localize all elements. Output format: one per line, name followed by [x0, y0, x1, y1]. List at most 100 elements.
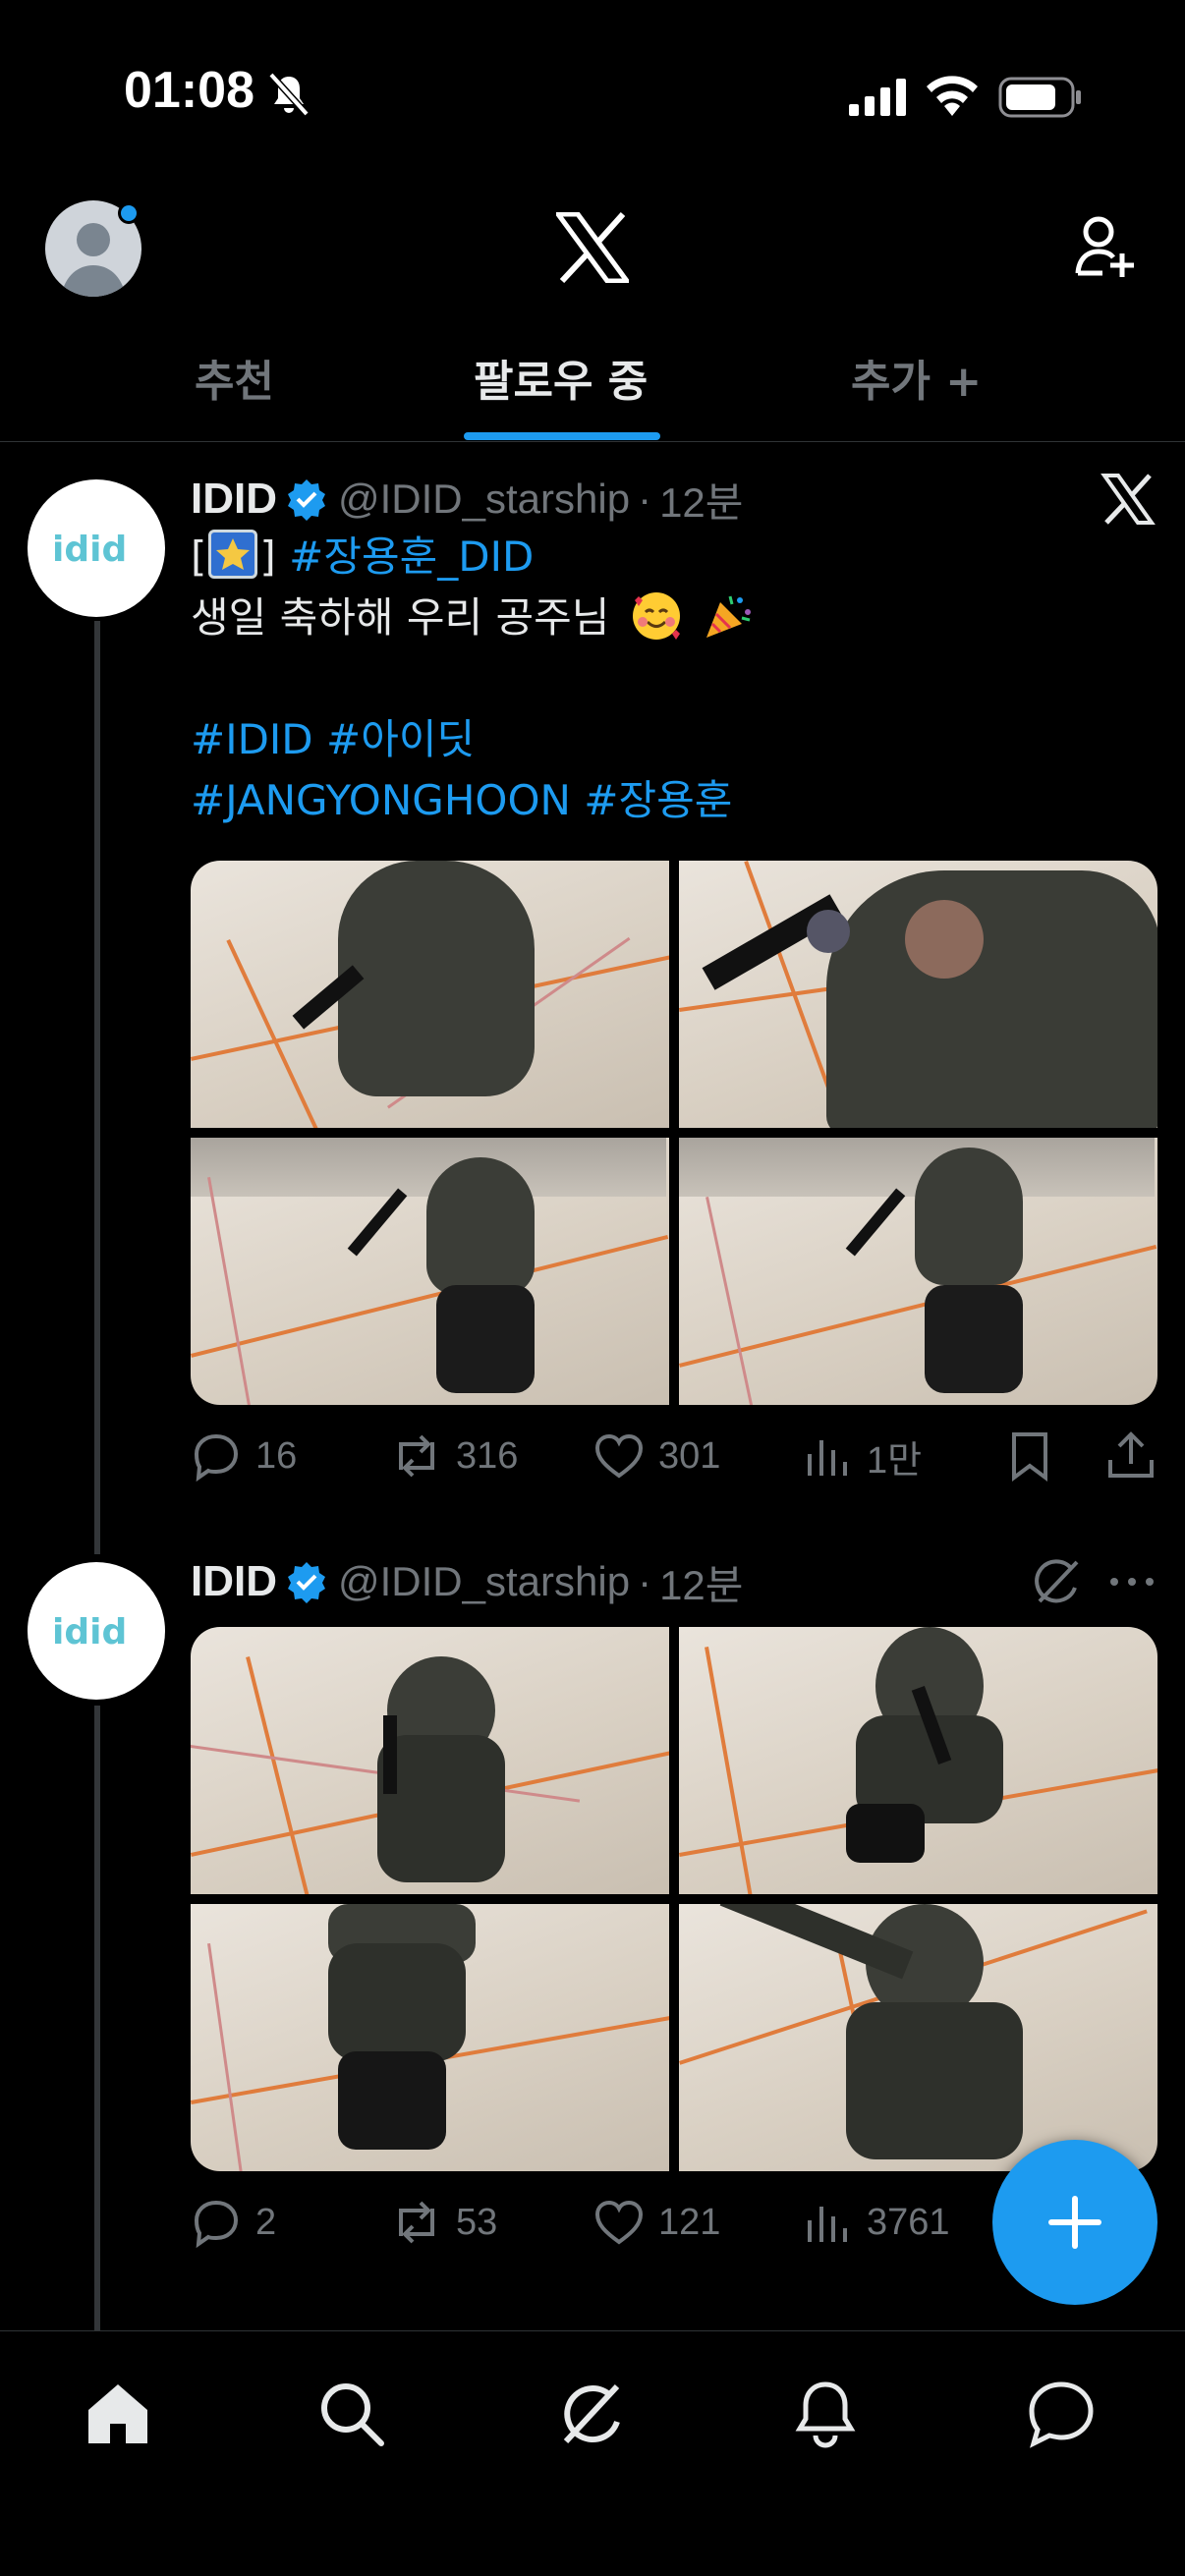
tweet-header: IDID @IDID_starship · 12분 — [191, 1552, 743, 1611]
battery-icon — [998, 77, 1081, 118]
wifi-icon — [927, 76, 978, 116]
like-button[interactable]: 121 — [593, 2193, 720, 2252]
chat-bubble-icon — [1029, 2381, 1094, 2448]
tweet-line: #IDID #아이딧 — [191, 709, 1154, 770]
x-grok-icon[interactable] — [1100, 472, 1156, 527]
grok-icon[interactable] — [1028, 1554, 1083, 1609]
hashtag-link[interactable]: #JANGYONGHOON #장용훈 — [191, 776, 732, 824]
nav-search[interactable] — [314, 2377, 389, 2451]
verified-badge-icon — [288, 1562, 325, 1603]
author-handle[interactable]: @IDID_starship — [338, 1558, 630, 1605]
view-count: 1만 — [867, 1439, 923, 1482]
author-avatar[interactable]: idid — [28, 1562, 165, 1700]
tweet-actions: 16 316 301 1만 — [191, 1427, 1157, 1485]
thread-line — [94, 621, 100, 1554]
author-name[interactable]: IDID — [191, 475, 277, 524]
author-handle[interactable]: @IDID_starship — [338, 476, 630, 523]
bottom-navigation — [0, 2330, 1185, 2576]
star-emoji-icon — [208, 530, 258, 579]
tweet-photo[interactable] — [191, 861, 669, 1128]
idid-logo-icon: idid — [52, 530, 127, 570]
tweet-photo[interactable] — [679, 1138, 1157, 1405]
hashtag-link[interactable]: #IDID #아이딧 — [191, 715, 475, 763]
nav-home[interactable] — [81, 2377, 155, 2451]
tab-add[interactable]: 추가 + — [851, 346, 982, 409]
timeline-tabs: 추천 팔로우 중 추가 + — [0, 324, 1185, 442]
nav-notifications[interactable] — [788, 2377, 863, 2451]
like-count: 121 — [658, 2201, 721, 2243]
status-time: 01:08 — [124, 62, 254, 119]
plus-icon — [1048, 2196, 1101, 2249]
share-icon[interactable] — [1104, 1428, 1157, 1482]
separator-dot: · — [638, 476, 652, 522]
tweet-media-grid — [191, 861, 1157, 1405]
reply-count: 16 — [255, 1434, 298, 1477]
compose-post-button[interactable] — [992, 2140, 1157, 2305]
tweet-line: #JANGYONGHOON #장용훈 — [191, 770, 1154, 831]
bell-off-icon — [268, 72, 310, 117]
tweet-time: 12분 — [659, 478, 744, 526]
tweet-time: 12분 — [659, 1561, 744, 1608]
tweet-header: IDID @IDID_starship · 12분 — [191, 470, 743, 529]
smiling-face-hearts-emoji-icon — [632, 592, 680, 640]
views-button[interactable]: 1만 — [802, 1427, 922, 1485]
like-button[interactable]: 301 — [593, 1427, 720, 1485]
follow-suggestions-icon[interactable] — [1075, 214, 1136, 279]
repost-icon — [399, 2201, 434, 2244]
tweet-line — [191, 648, 1154, 709]
hashtag-link[interactable]: #장용훈_DID — [289, 532, 534, 581]
bracket-close: ] — [259, 532, 290, 581]
search-icon — [321, 2383, 384, 2446]
reply-count: 2 — [255, 2201, 277, 2243]
bookmark-icon[interactable] — [1004, 1430, 1055, 1482]
heart-icon — [594, 1433, 644, 1479]
repost-button[interactable]: 316 — [391, 1427, 518, 1485]
views-chart-icon — [808, 1440, 847, 1476]
separator-dot: · — [638, 1558, 652, 1604]
tweet-photo[interactable] — [191, 1627, 669, 1894]
views-chart-icon — [808, 2207, 847, 2242]
view-count: 3761 — [867, 2201, 950, 2243]
svg-text:idid: idid — [52, 1612, 127, 1652]
nav-grok[interactable] — [552, 2377, 627, 2451]
more-options-icon[interactable] — [1104, 1554, 1159, 1609]
tweet-photo[interactable] — [191, 1138, 669, 1405]
repost-count: 53 — [456, 2201, 498, 2243]
grok-icon — [563, 2383, 620, 2444]
like-count: 301 — [658, 1434, 721, 1477]
repost-button[interactable]: 53 — [391, 2193, 497, 2252]
party-popper-emoji-icon — [706, 595, 752, 638]
tab-following[interactable]: 팔로우 중 — [474, 346, 648, 409]
thread-line — [94, 1706, 100, 2334]
tweet-line-text: 생일 축하해 우리 공주님 — [191, 593, 610, 642]
tweet-photo[interactable] — [679, 1627, 1157, 1894]
reply-button[interactable]: 16 — [191, 1427, 297, 1485]
tweet-line: 생일 축하해 우리 공주님 — [191, 588, 1154, 648]
bell-icon — [795, 2381, 856, 2448]
active-tab-indicator — [464, 432, 660, 440]
author-avatar[interactable]: idid — [28, 479, 165, 617]
tab-recommended[interactable]: 추천 — [195, 346, 274, 409]
signal-icon — [849, 79, 906, 116]
author-name[interactable]: IDID — [191, 1557, 277, 1606]
tweet-photo[interactable] — [191, 1904, 669, 2171]
home-icon — [88, 2384, 147, 2443]
nav-messages[interactable] — [1024, 2377, 1099, 2451]
bracket-open: [ — [191, 532, 207, 581]
repost-count: 316 — [456, 1434, 519, 1477]
repost-icon — [399, 1434, 434, 1478]
tweet-line: [] #장용훈_DID — [191, 527, 1154, 588]
reply-icon — [194, 1433, 239, 1482]
status-bar: 01:08 — [0, 0, 1185, 187]
reply-icon — [194, 2200, 239, 2248]
reply-button[interactable]: 2 — [191, 2193, 276, 2252]
idid-logo-icon: idid — [52, 1612, 127, 1652]
x-logo-icon — [556, 212, 629, 283]
tweet-photo[interactable] — [679, 1904, 1157, 2171]
views-button[interactable]: 3761 — [802, 2193, 950, 2252]
tweet-media-grid — [191, 1627, 1157, 2171]
heart-icon — [594, 2200, 644, 2245]
tweet-photo[interactable] — [679, 861, 1157, 1128]
verified-badge-icon — [288, 479, 325, 521]
svg-text:idid: idid — [52, 530, 127, 570]
